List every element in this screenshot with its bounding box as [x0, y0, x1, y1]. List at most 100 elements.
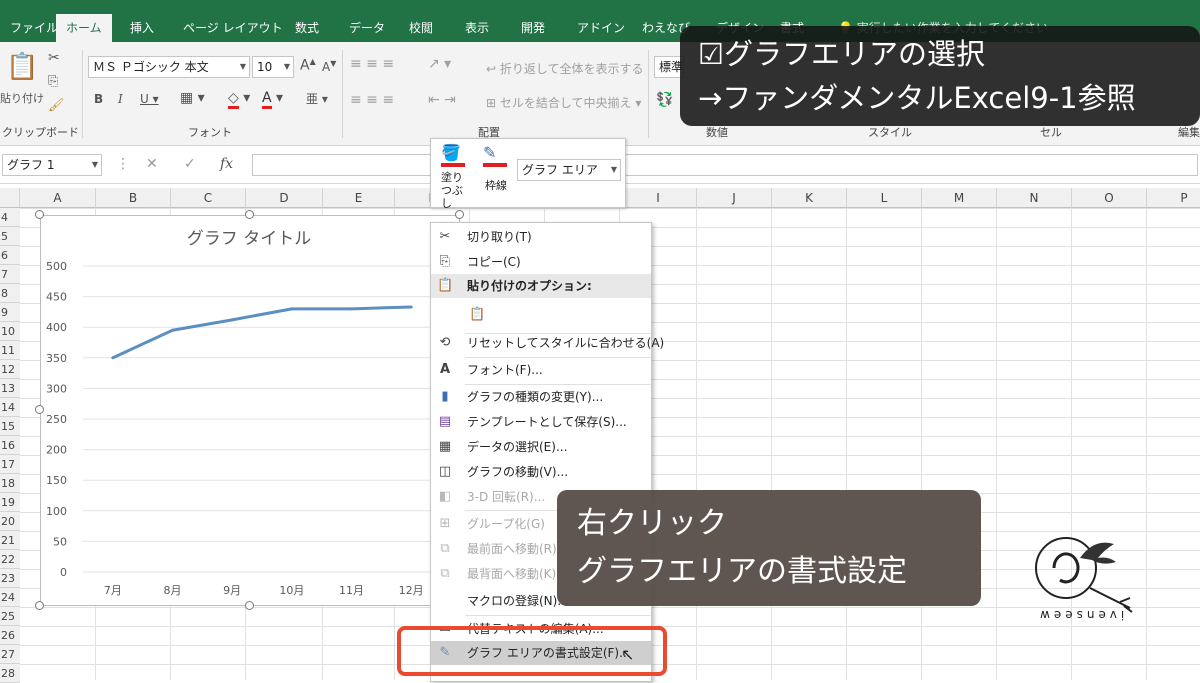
chart-area[interactable]: グラフ タイトル 0 50 100 150 200 250 300 350 400 450 500 7月…	[40, 215, 460, 606]
insert-function-icon[interactable]: fx	[220, 156, 233, 172]
column-header-b[interactable]: B	[96, 188, 171, 208]
menu-item-save-template[interactable]: ▤ テンプレートとして保存(S)...	[431, 410, 651, 434]
row-header-10[interactable]: 10	[0, 322, 20, 341]
merge-center-button[interactable]: ⊞ セルを結合して中央揃え ▾	[486, 94, 641, 111]
chart-element-select[interactable]: グラフ エリア ▼	[517, 159, 621, 181]
font-size-select[interactable]: 10 ▼	[252, 56, 294, 78]
data-point[interactable]	[171, 328, 174, 332]
align-left-icon[interactable]: ≡ ≡ ≡	[350, 92, 394, 108]
paste-button-label[interactable]: 貼り付け	[0, 90, 44, 106]
row-header-7[interactable]: 7	[0, 265, 20, 284]
row-header-12[interactable]: 12	[0, 360, 20, 379]
orientation-icon[interactable]: ↗ ▾	[428, 56, 451, 72]
italic-icon[interactable]: I	[118, 92, 123, 106]
row-header-28[interactable]: 28	[0, 664, 20, 683]
tab-addins[interactable]: アドイン	[567, 14, 635, 42]
row-header-9[interactable]: 9	[0, 303, 20, 322]
phonetic-icon[interactable]: 亜 ▾	[306, 90, 328, 107]
column-header-j[interactable]: J	[697, 188, 772, 208]
cut-icon[interactable]: ✂	[48, 50, 60, 66]
row-header-14[interactable]: 14	[0, 398, 20, 417]
column-header-k[interactable]: K	[772, 188, 847, 208]
tab-review[interactable]: 校閲	[399, 14, 443, 42]
tab-developer[interactable]: 開発	[511, 14, 555, 42]
data-point[interactable]	[409, 305, 413, 309]
row-header-22[interactable]: 22	[0, 550, 20, 569]
menu-item-font[interactable]: A フォント(F)...	[431, 358, 651, 382]
data-point[interactable]	[290, 307, 294, 311]
tab-page-layout[interactable]: ページ レイアウト	[173, 14, 293, 42]
enter-icon[interactable]: ✓	[184, 156, 196, 172]
tab-insert[interactable]: 挿入	[120, 14, 164, 42]
chart-title[interactable]: グラフ タイトル	[187, 229, 311, 249]
border-icon[interactable]: ▦ ▾	[180, 90, 205, 106]
row-header-8[interactable]: 8	[0, 284, 20, 303]
row-header-27[interactable]: 27	[0, 645, 20, 664]
tab-data[interactable]: データ	[339, 14, 395, 42]
column-header-e[interactable]: E	[323, 188, 395, 208]
row-header-26[interactable]: 26	[0, 626, 20, 645]
row-header-5[interactable]: 5	[0, 227, 20, 246]
resize-handle[interactable]	[245, 601, 254, 610]
menu-item-cut[interactable]: ✂ 切り取り(T)	[431, 225, 651, 249]
menu-item-copy[interactable]: ⎘ コピー(C)	[431, 250, 651, 274]
resize-handle[interactable]	[35, 601, 44, 610]
fill-label[interactable]: 塗りつぶし	[441, 171, 469, 210]
fill-color-icon[interactable]: ◇ ▾	[228, 90, 250, 109]
pen-icon[interactable]: ✎	[483, 143, 496, 162]
column-header-m[interactable]: M	[922, 188, 997, 208]
row-header-13[interactable]: 13	[0, 379, 20, 398]
resize-handle[interactable]	[245, 210, 254, 219]
font-shrink-icon[interactable]: A▼	[322, 59, 336, 74]
underline-icon[interactable]: U ▾	[140, 92, 159, 106]
column-header-a[interactable]: A	[20, 188, 96, 208]
resize-handle[interactable]	[35, 405, 44, 414]
column-header-p[interactable]: P	[1147, 188, 1200, 208]
row-header-18[interactable]: 18	[0, 474, 20, 493]
row-header-21[interactable]: 21	[0, 531, 20, 550]
row-header-25[interactable]: 25	[0, 607, 20, 626]
font-name-select[interactable]: ＭＳ Ｐゴシック 本文 ▼	[88, 56, 250, 78]
menu-item-move-chart[interactable]: ◫ グラフの移動(V)...	[431, 460, 651, 484]
menu-item-reset-style[interactable]: ⟲ リセットしてスタイルに合わせる(A)	[431, 331, 665, 355]
outline-label[interactable]: 枠線	[485, 177, 507, 193]
resize-handle[interactable]	[455, 210, 464, 219]
resize-handle[interactable]	[35, 210, 44, 219]
bold-icon[interactable]: B	[94, 92, 103, 106]
row-header-11[interactable]: 11	[0, 341, 20, 360]
column-header-n[interactable]: N	[997, 188, 1072, 208]
data-point[interactable]	[111, 356, 115, 360]
cancel-icon[interactable]: ✕	[146, 156, 158, 172]
font-grow-icon[interactable]: A▲	[300, 57, 316, 74]
column-header-l[interactable]: L	[847, 188, 922, 208]
column-header-i[interactable]: I	[620, 188, 697, 208]
column-header-o[interactable]: O	[1072, 188, 1147, 208]
menu-item-paste-option[interactable]: 📋	[431, 301, 651, 329]
menu-item-change-chart-type[interactable]: ▮ グラフの種類の変更(Y)...	[431, 385, 651, 409]
row-header-23[interactable]: 23	[0, 569, 20, 588]
data-point[interactable]	[230, 318, 234, 322]
row-header-4[interactable]: 4	[0, 208, 20, 227]
copy-icon[interactable]: ⎘	[48, 74, 58, 89]
row-header-15[interactable]: 15	[0, 417, 20, 436]
font-color-icon[interactable]: A ▾	[262, 90, 283, 109]
wrap-text-button[interactable]: ↩ 折り返して全体を表示する	[486, 60, 644, 77]
tab-formulas[interactable]: 数式	[285, 14, 329, 42]
paste-icon[interactable]: 📋	[6, 52, 38, 82]
menu-item-select-data[interactable]: ▦ データの選択(E)...	[431, 435, 651, 459]
row-header-6[interactable]: 6	[0, 246, 20, 265]
row-header-17[interactable]: 17	[0, 455, 20, 474]
tab-view[interactable]: 表示	[455, 14, 499, 42]
series-line[interactable]	[112, 305, 412, 360]
row-header-24[interactable]: 24	[0, 588, 20, 607]
indent-icon[interactable]: ⇤ ⇥	[428, 92, 456, 108]
data-point[interactable]	[350, 307, 353, 311]
column-header-d[interactable]: D	[246, 188, 323, 208]
currency-icon[interactable]: 💱	[656, 92, 673, 108]
row-header-16[interactable]: 16	[0, 436, 20, 455]
formula-input[interactable]	[252, 154, 1198, 176]
format-painter-icon[interactable]: 🖌	[48, 98, 65, 113]
name-box[interactable]: グラフ 1 ▼	[2, 154, 102, 176]
row-header-19[interactable]: 19	[0, 493, 20, 512]
row-header-20[interactable]: 20	[0, 512, 20, 531]
